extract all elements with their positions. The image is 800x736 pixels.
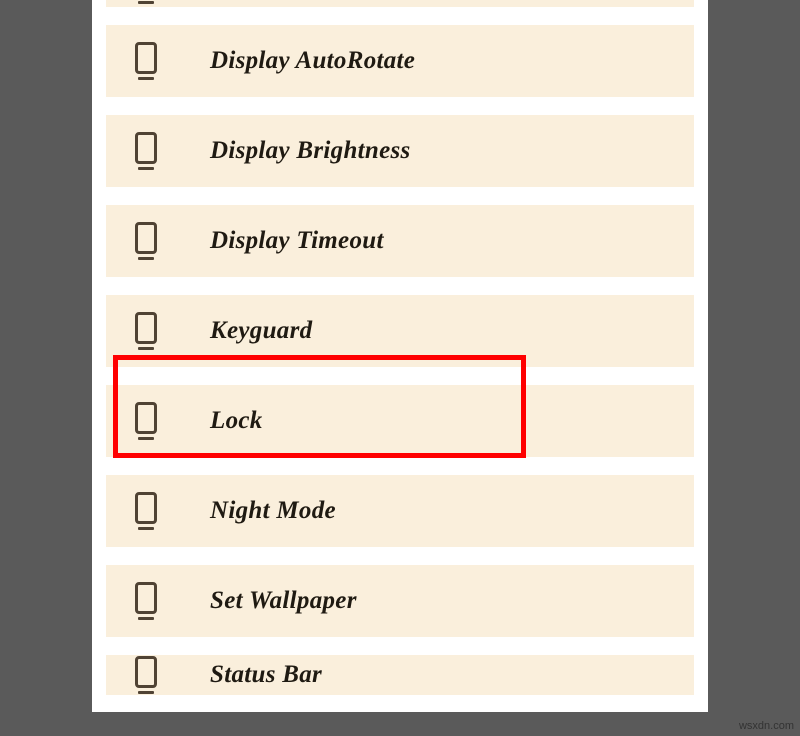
list-item-display-timeout[interactable]: Display Timeout — [106, 205, 694, 277]
device-icon — [132, 312, 160, 351]
settings-list: Display AutoRotate Display Brightness Di… — [106, 0, 694, 695]
list-item-display-brightness[interactable]: Display Brightness — [106, 115, 694, 187]
list-item[interactable] — [106, 0, 694, 7]
list-item-label: Display AutoRotate — [210, 47, 415, 75]
list-item-status-bar[interactable]: Status Bar — [106, 655, 694, 695]
list-item-label: Display Timeout — [210, 227, 384, 255]
device-icon — [132, 222, 160, 261]
device-icon — [132, 9, 160, 16]
watermark: wsxdn.com — [739, 720, 794, 732]
device-icon — [132, 402, 160, 441]
list-item-label: Keyguard — [210, 317, 312, 345]
device-icon — [132, 582, 160, 621]
list-item-label: Set Wallpaper — [210, 587, 357, 615]
device-icon — [132, 492, 160, 531]
settings-panel: Display AutoRotate Display Brightness Di… — [92, 0, 708, 712]
device-icon — [132, 656, 160, 695]
list-item-label: Status Bar — [210, 661, 322, 689]
list-item-label: Night Mode — [210, 497, 336, 525]
list-item-keyguard[interactable]: Keyguard — [106, 295, 694, 367]
list-item-set-wallpaper[interactable]: Set Wallpaper — [106, 565, 694, 637]
device-icon — [132, 42, 160, 81]
list-item-label: Display Brightness — [210, 137, 411, 165]
list-item-lock[interactable]: Lock — [106, 385, 694, 457]
list-item-night-mode[interactable]: Night Mode — [106, 475, 694, 547]
list-item-label: Lock — [210, 407, 263, 435]
list-item-display-autorotate[interactable]: Display AutoRotate — [106, 25, 694, 97]
device-icon — [132, 132, 160, 171]
